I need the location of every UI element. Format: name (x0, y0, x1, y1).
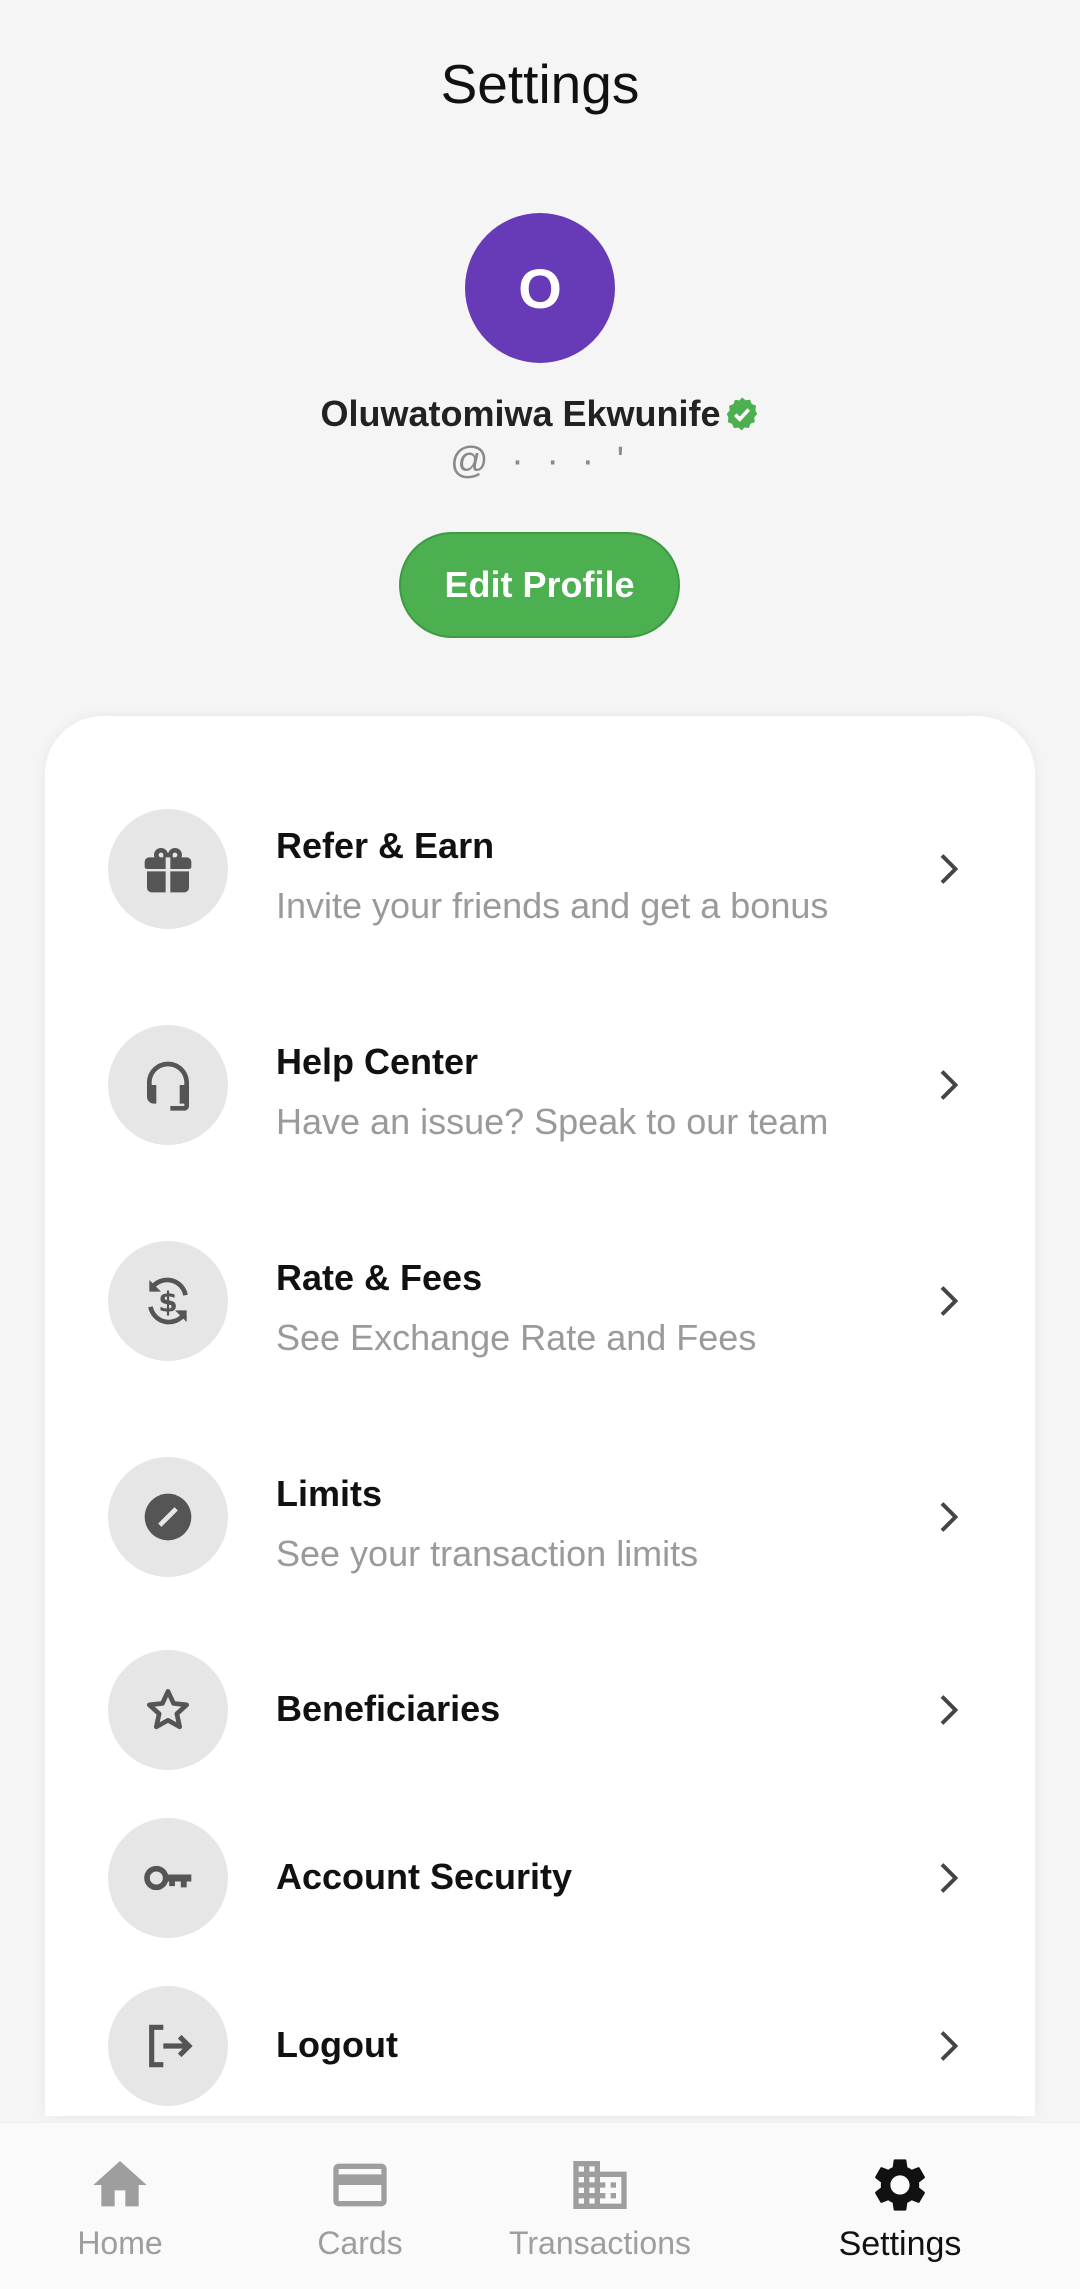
currency-exchange-icon: $ (108, 1241, 228, 1361)
gear-icon (875, 2159, 925, 2211)
nav-item-settings[interactable]: Settings (780, 2123, 1020, 2289)
key-icon (108, 1818, 228, 1938)
nav-item-cards[interactable]: Cards (240, 2123, 480, 2289)
chevron-right-icon (940, 1695, 959, 1725)
menu-item-title: Limits (276, 1473, 383, 1514)
chevron-right-icon (940, 1070, 959, 1100)
nav-label: Home (77, 2225, 163, 2261)
nav-label: Transactions (509, 2225, 691, 2261)
nav-item-home[interactable]: Home (0, 2123, 240, 2289)
avatar[interactable]: O (465, 213, 615, 363)
bottom-nav: Home Cards Transactions Settings (0, 2122, 1080, 2289)
nav-item-transactions[interactable]: Transactions (480, 2123, 720, 2289)
building-icon (573, 2161, 627, 2209)
menu-item-title: Help Center (276, 1041, 479, 1082)
chevron-right-icon (940, 1502, 959, 1532)
menu-item-subtitle: See Exchange Rate and Fees (276, 1317, 757, 1358)
gift-icon (108, 809, 228, 929)
chevron-right-icon (940, 1286, 959, 1316)
menu-item-subtitle: See your transaction limits (276, 1533, 699, 1574)
profile-name-row: Oluwatomiwa Ekwunife (0, 393, 1080, 435)
edit-profile-button[interactable]: Edit Profile (399, 532, 680, 638)
profile-handle: @ · · · ' (449, 440, 631, 482)
menu-item-title: Beneficiaries (276, 1688, 501, 1729)
menu-item-title: Refer & Earn (276, 825, 495, 866)
menu-item-title: Logout (276, 2024, 398, 2065)
menu-item-title: Rate & Fees (276, 1257, 483, 1298)
headset-icon (108, 1025, 228, 1145)
profile-name: Oluwatomiwa Ekwunife (320, 393, 721, 434)
settings-screen: Settings O Oluwatomiwa Ekwunife @ · · · … (0, 0, 1080, 2289)
verified-badge-icon (724, 396, 760, 432)
chevron-right-icon (940, 2031, 959, 2061)
nav-label: Settings (838, 2225, 962, 2263)
chevron-right-icon (940, 854, 959, 884)
logout-icon (108, 1986, 228, 2106)
svg-text:$: $ (158, 1286, 177, 1319)
nav-label: Cards (317, 2225, 403, 2261)
page-title: Settings (440, 53, 640, 115)
menu-item-title: Account Security (276, 1856, 573, 1897)
chevron-right-icon (940, 1863, 959, 1893)
home-icon (93, 2161, 147, 2207)
menu-item-subtitle: Invite your friends and get a bonus (276, 885, 829, 926)
card-icon (333, 2163, 387, 2207)
limit-icon (108, 1457, 228, 1577)
star-icon (108, 1650, 228, 1770)
menu-item-subtitle: Have an issue? Speak to our team (276, 1101, 829, 1142)
